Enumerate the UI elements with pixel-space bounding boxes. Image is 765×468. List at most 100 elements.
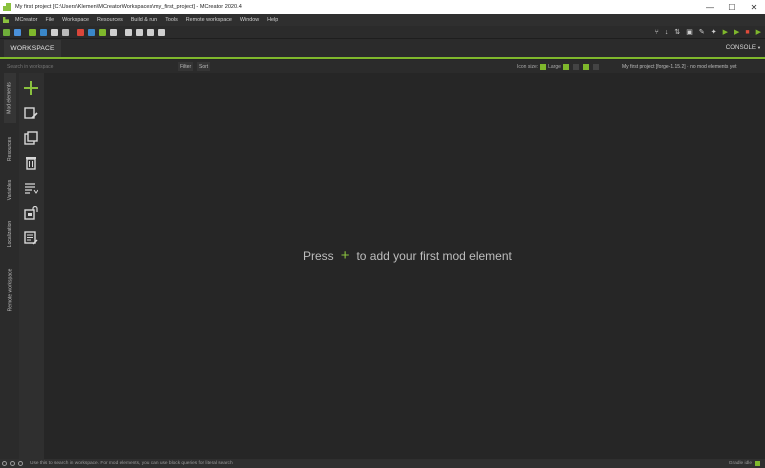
maximize-button[interactable]: ☐	[721, 0, 743, 14]
icon-size-details-toggle[interactable]	[592, 63, 599, 70]
status-help-icon[interactable]	[18, 461, 23, 466]
gradle-status-label: Gradle idle	[728, 461, 752, 466]
workspace-search-input[interactable]	[7, 62, 175, 71]
duplicate-icon	[24, 131, 38, 145]
download-icon[interactable]: ↓	[665, 29, 669, 36]
icon-size-list-toggle[interactable]	[582, 63, 589, 70]
side-tab-label: Mod elements	[7, 82, 13, 114]
side-tab-variables[interactable]: Variables	[4, 171, 16, 209]
icon-size-medium-toggle[interactable]	[562, 63, 569, 70]
menu-resources[interactable]: Resources	[93, 17, 127, 23]
side-tab-label: Variables	[7, 179, 14, 201]
side-tab-mod-elements[interactable]: Mod elements	[4, 73, 16, 123]
tab-console[interactable]: CONSOLE▼	[726, 44, 761, 51]
plus-icon: +	[340, 247, 350, 264]
toolbar-icon-7[interactable]	[88, 28, 95, 36]
edit-element-button[interactable]	[23, 105, 39, 121]
export-icon[interactable]: ▣	[686, 29, 693, 36]
status-settings-icon[interactable]	[10, 461, 15, 466]
stop-icon[interactable]: ■	[745, 29, 749, 36]
menu-workspace[interactable]: Workspace	[58, 17, 93, 23]
tab-row: WORKSPACE CONSOLE▼	[0, 39, 765, 59]
toolbar-icon-8[interactable]	[99, 28, 106, 36]
trash-icon	[26, 157, 36, 170]
icon-size-large-toggle[interactable]	[540, 63, 547, 70]
edit-icon[interactable]: ✎	[699, 29, 705, 36]
menu-mcreator[interactable]: MCreator	[11, 17, 41, 23]
mcreator-app-icon	[3, 3, 11, 11]
menu-tools[interactable]: Tools	[161, 17, 182, 23]
side-tab-label: Resources	[7, 137, 13, 161]
menu-file[interactable]: File	[41, 17, 58, 23]
toolbar-icon-0[interactable]	[3, 28, 10, 36]
page-edit-icon	[24, 231, 38, 245]
close-button[interactable]: ✕	[743, 0, 765, 14]
sort-elements-button[interactable]	[23, 180, 39, 196]
toolbar-icon-2[interactable]	[29, 28, 36, 36]
toolbar-icon-11[interactable]	[136, 28, 143, 36]
status-hint: Use this to search in workspace. For mod…	[30, 461, 233, 466]
toolbar-icon-6[interactable]	[77, 28, 84, 36]
sync-icon[interactable]: ⇅	[674, 29, 680, 36]
toolbar-icon-13[interactable]	[158, 28, 165, 36]
side-tab-resources[interactable]: Resources	[4, 129, 16, 169]
toolbar-icon-9[interactable]	[110, 28, 117, 36]
run-client-icon[interactable]: ▶	[723, 29, 728, 36]
empty-message-before: Press	[303, 249, 334, 263]
tab-underline	[0, 57, 765, 59]
menu-help[interactable]: Help	[263, 17, 282, 23]
plus-icon	[24, 81, 38, 95]
lock-element-button[interactable]	[23, 205, 39, 221]
workspace-main-area: Press + to add your first mod element	[44, 73, 765, 459]
icon-size-label: Icon size:	[517, 63, 539, 70]
edit-icon	[24, 107, 38, 119]
duplicate-element-button[interactable]	[23, 130, 39, 146]
menu-window[interactable]: Window	[236, 17, 263, 23]
toolbar-icon-3[interactable]	[40, 28, 47, 36]
menu-build-run[interactable]: Build & run	[127, 17, 161, 23]
tab-console-label: CONSOLE	[725, 44, 757, 51]
toolbar-icon-4[interactable]	[51, 28, 58, 36]
git-icon[interactable]: ⑂	[655, 29, 659, 36]
gradle-status: Gradle idle	[729, 461, 760, 466]
empty-workspace-message: Press + to add your first mod element	[303, 247, 512, 264]
refactor-element-button[interactable]	[23, 230, 39, 246]
window-titlebar: My first project [C:\Users\Klemen\MCreat…	[0, 0, 765, 14]
icon-size-selector: Icon size: Large	[517, 62, 601, 71]
side-tab-strip: Mod elements Resources Variables Localiz…	[0, 73, 19, 459]
gradle-status-indicator	[755, 461, 760, 466]
main-toolbar: ⑂ ↓ ⇅ ▣ ✎ ✦ ▶ ▶ ■ ▶	[0, 26, 765, 39]
toolbar-icon-5[interactable]	[62, 28, 69, 36]
add-element-button[interactable]	[23, 80, 39, 96]
icon-size-value: Large	[548, 63, 561, 70]
empty-message-after: to add your first mod element	[356, 249, 512, 263]
side-tab-localization[interactable]: Localization	[4, 213, 16, 255]
list-sort-icon	[25, 183, 38, 194]
mod-element-actions	[19, 73, 44, 459]
menu-bar: MCreator File Workspace Resources Build …	[0, 14, 765, 26]
debug-icon[interactable]: ▶	[756, 29, 761, 36]
side-tab-label: Remote workspace	[7, 268, 14, 312]
mcreator-logo-icon	[3, 17, 9, 23]
status-icons	[2, 461, 26, 466]
side-tab-remote-workspace[interactable]: Remote workspace	[4, 261, 16, 319]
tab-workspace[interactable]: WORKSPACE	[4, 40, 61, 57]
sort-button[interactable]: Sort	[197, 62, 211, 71]
workspace-filter-bar: Filter Sort Icon size: Large My first pr…	[0, 60, 765, 73]
status-info-icon[interactable]	[2, 461, 7, 466]
menu-remote-workspace[interactable]: Remote workspace	[182, 17, 236, 23]
chevron-down-icon: ▼	[757, 45, 761, 50]
delete-element-button[interactable]	[23, 155, 39, 171]
filter-button[interactable]: Filter	[178, 62, 194, 71]
side-tab-label: Localization	[7, 220, 13, 248]
lock-code-icon	[24, 206, 38, 220]
toolbar-icon-10[interactable]	[125, 28, 132, 36]
window-title: My first project [C:\Users\Klemen\MCreat…	[15, 4, 242, 10]
icon-size-small-toggle[interactable]	[572, 63, 579, 70]
run-server-icon[interactable]: ▶	[734, 29, 739, 36]
project-info: My first project [forge-1.15.2] · no mod…	[622, 63, 737, 70]
wand-icon[interactable]: ✦	[711, 29, 717, 36]
toolbar-icon-1[interactable]	[14, 28, 21, 36]
toolbar-icon-12[interactable]	[147, 28, 154, 36]
minimize-button[interactable]: —	[699, 0, 721, 14]
